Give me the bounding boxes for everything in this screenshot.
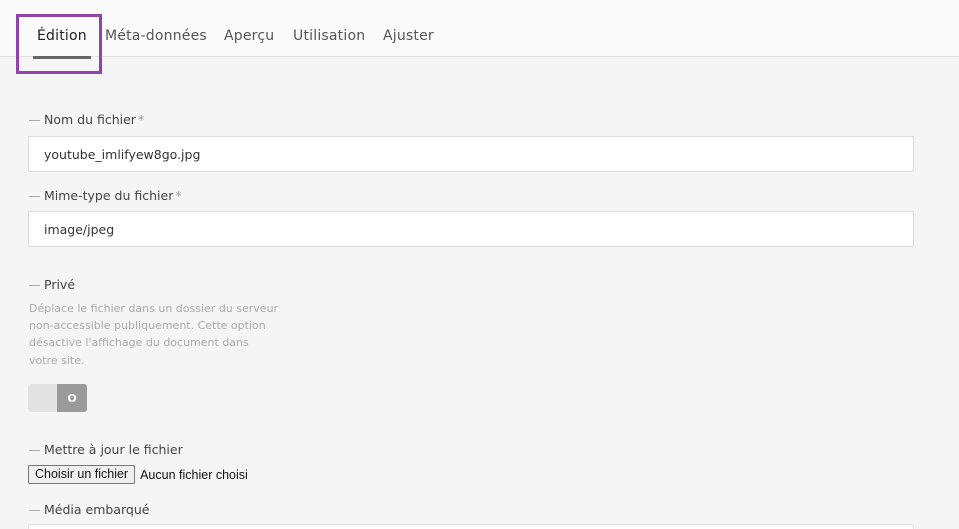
mimetype-label: Mime-type du fichier * — [29, 188, 182, 203]
private-help-text: Déplace le fichier dans un dossier du se… — [29, 302, 279, 367]
required-mark: * — [137, 112, 145, 127]
file-status: Aucun fichier choisi — [140, 467, 248, 482]
highlight-box — [16, 14, 102, 74]
label-dash — [29, 196, 40, 197]
embedded-media-input[interactable] — [28, 524, 914, 529]
private-label: Privé — [29, 277, 75, 292]
label-dash — [29, 120, 40, 121]
mimetype-input[interactable] — [28, 211, 914, 247]
filename-input[interactable] — [28, 136, 914, 172]
choose-file-button[interactable]: Choisir un fichier — [28, 465, 136, 484]
file-picker: Choisir un fichier Aucun fichier choisi — [28, 465, 248, 484]
update-file-label: Mettre à jour le fichier — [29, 442, 183, 457]
label-dash — [29, 285, 40, 286]
embedded-media-label: Média embarqué — [29, 502, 149, 517]
label-dash — [29, 450, 40, 451]
label-dash — [29, 510, 40, 511]
required-mark: * — [175, 188, 182, 203]
toggle-knob: O — [57, 384, 87, 412]
tab-metadata[interactable]: Méta-données — [105, 28, 207, 44]
tab-bar: Édition Méta-données Aperçu Utilisation … — [0, 0, 959, 57]
filename-label: Nom du fichier * — [29, 112, 144, 127]
tab-adjust[interactable]: Ajuster — [383, 28, 434, 44]
tab-usage[interactable]: Utilisation — [293, 28, 365, 44]
tab-preview[interactable]: Aperçu — [224, 28, 274, 44]
private-toggle[interactable]: O — [28, 384, 87, 412]
